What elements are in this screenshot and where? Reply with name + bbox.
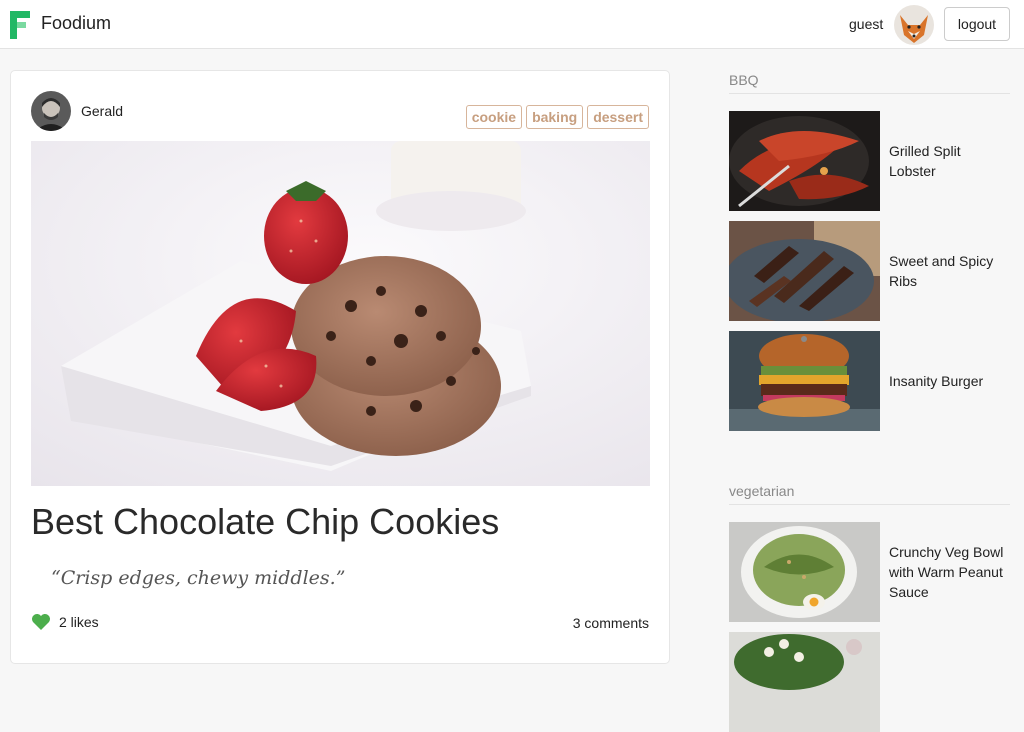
likes-count: 2 likes	[59, 614, 99, 630]
recipe-card-partial[interactable]	[729, 632, 1010, 732]
post-card: Gerald cookie baking dessert Best Chocol…	[10, 70, 670, 664]
section-heading-vegetarian[interactable]: vegetarian	[729, 483, 1010, 505]
tag-cookie[interactable]: cookie	[465, 105, 523, 129]
section-heading-bbq[interactable]: BBQ	[729, 72, 1010, 94]
recipe-card-lobster[interactable]: Grilled Split Lobster	[729, 111, 1010, 211]
recipe-title[interactable]: Insanity Burger	[889, 371, 1010, 391]
recipe-thumbnail[interactable]	[729, 221, 880, 321]
recipe-thumbnail[interactable]	[729, 522, 880, 622]
logout-button[interactable]: logout	[944, 7, 1010, 41]
tag-baking[interactable]: baking	[526, 105, 584, 129]
author-avatar[interactable]	[31, 91, 71, 131]
brand-name[interactable]: Foodium	[41, 13, 111, 34]
recipe-thumbnail[interactable]	[729, 632, 880, 732]
tag-dessert[interactable]: dessert	[587, 105, 649, 129]
post-quote: “Crisp edges, chewy middles.”	[51, 567, 346, 589]
recipe-title[interactable]: Grilled Split Lobster	[889, 141, 1010, 181]
tag-list: cookie baking dessert	[465, 105, 649, 129]
foodium-logo-icon[interactable]	[10, 11, 30, 39]
username-label: guest	[849, 16, 884, 32]
recipe-card-veg-bowl[interactable]: Crunchy Veg Bowl with Warm Peanut Sauce	[729, 522, 1010, 622]
recipe-thumbnail[interactable]	[729, 111, 880, 211]
post-title[interactable]: Best Chocolate Chip Cookies	[31, 501, 499, 543]
author-name[interactable]: Gerald	[81, 103, 123, 119]
post-hero-image[interactable]	[31, 141, 650, 486]
likes-row: 2 likes	[31, 613, 99, 631]
comments-link[interactable]: 3 comments	[573, 615, 649, 631]
recipe-card-ribs[interactable]: Sweet and Spicy Ribs	[729, 221, 1010, 321]
user-avatar[interactable]	[894, 5, 934, 45]
recipe-title[interactable]: Crunchy Veg Bowl with Warm Peanut Sauce	[889, 542, 1010, 602]
heart-icon[interactable]	[31, 613, 51, 631]
recipe-title[interactable]: Sweet and Spicy Ribs	[889, 251, 1010, 291]
recipe-card-burger[interactable]: Insanity Burger	[729, 331, 1010, 431]
recipe-thumbnail[interactable]	[729, 331, 880, 431]
top-navbar: Foodium guest logout	[0, 0, 1024, 49]
